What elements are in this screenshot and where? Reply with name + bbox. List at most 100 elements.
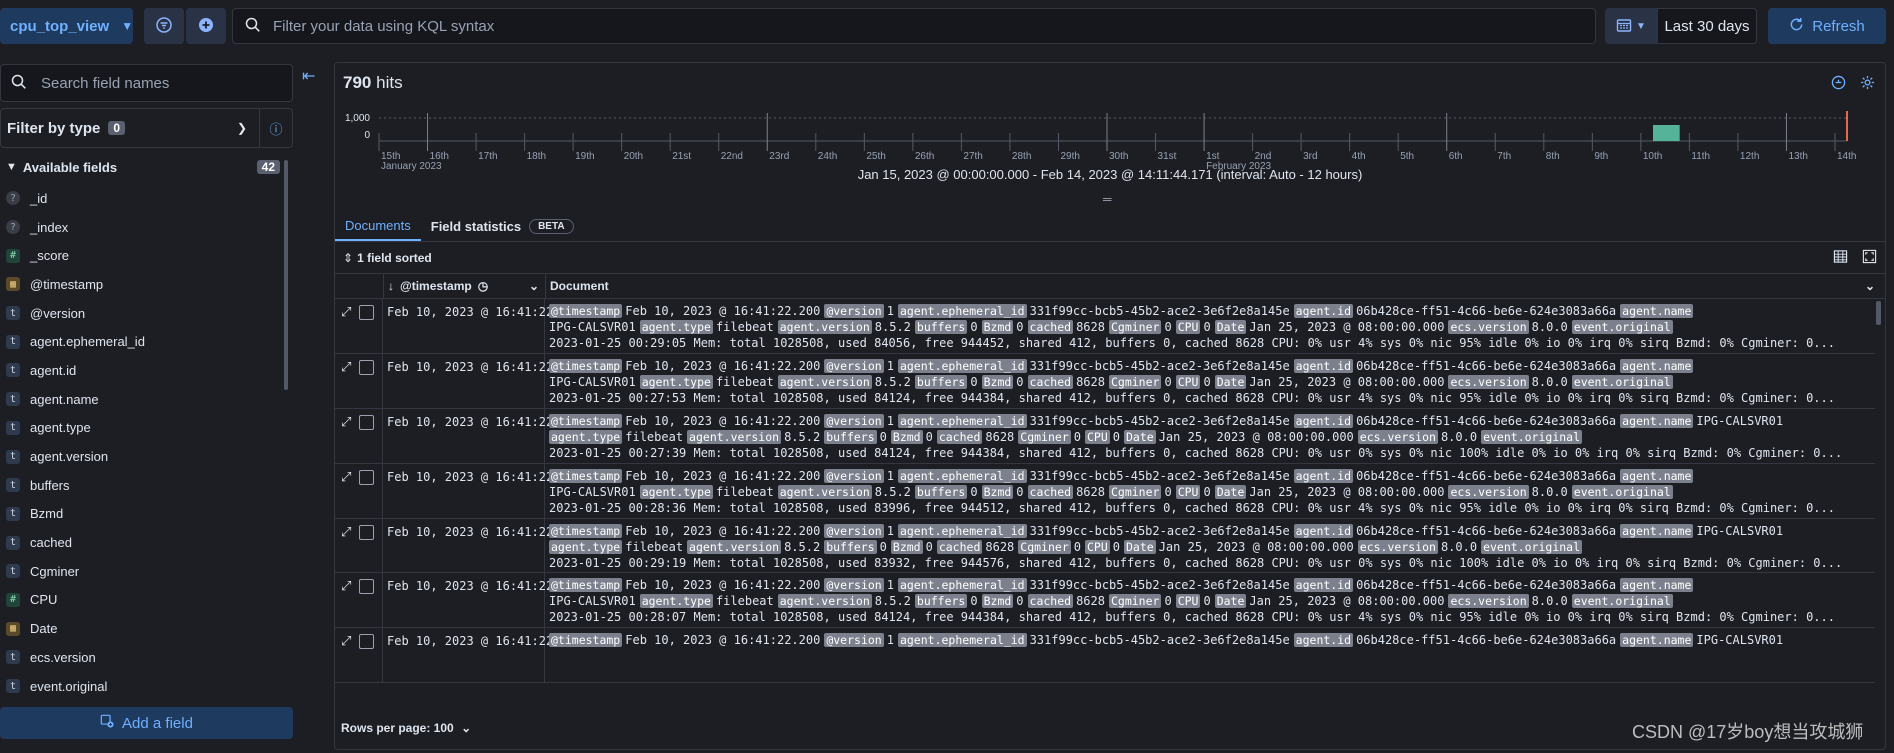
field-item[interactable]: t cached (0, 528, 280, 557)
reset-chart-icon[interactable] (1831, 75, 1846, 94)
row-checkbox[interactable] (359, 634, 375, 650)
document-cell: @timestamp Feb 10, 2023 @ 16:41:22.200 @ve… (545, 573, 1875, 627)
field-item[interactable]: ▦ @timestamp (0, 270, 280, 299)
field-search-input[interactable] (39, 73, 292, 93)
field-key-badge: agent.ephemeral_id (897, 358, 1027, 373)
field-item[interactable]: t @version (0, 299, 280, 328)
date-range-display[interactable]: Last 30 days (1657, 8, 1757, 44)
table-row[interactable]: ⤢ Feb 10, 2023 @ 16:41:22.200 @timestamp Fe… (335, 299, 1875, 354)
field-item[interactable]: ▦ Date (0, 614, 280, 643)
tab-documents[interactable]: Documents (335, 211, 421, 241)
field-item[interactable]: t agent.id (0, 356, 280, 385)
document-cell: @timestamp Feb 10, 2023 @ 16:41:22.200 @ve… (545, 299, 1875, 353)
field-key-badge: @timestamp (549, 358, 623, 373)
collapse-sidebar-icon[interactable]: ⇤ (302, 66, 315, 86)
table-layout-icon[interactable] (1833, 249, 1848, 268)
add-field-button[interactable]: Add a field (0, 707, 293, 739)
sidebar-scrollbar[interactable] (284, 160, 288, 390)
x-tick-label: 8th (1546, 151, 1560, 162)
filter-options-button[interactable] (144, 8, 184, 44)
x-tick-label: 18th (527, 151, 546, 162)
field-key-badge: cached (1027, 320, 1074, 334)
chevron-down-icon: ❯ (236, 121, 247, 135)
field-value: 1 (886, 633, 894, 648)
expand-icon[interactable]: ⤢ (341, 415, 351, 430)
chevron-down-icon[interactable]: ⌄ (1865, 279, 1875, 293)
data-view-selector[interactable]: cpu_top_view ▼ (0, 8, 133, 44)
table-row[interactable]: ⤢ Feb 10, 2023 @ 16:41:22.200 @timestamp Fe… (335, 628, 1875, 684)
field-key-badge: agent.version (687, 429, 782, 444)
expand-icon[interactable]: ⤢ (341, 634, 351, 649)
field-type-icon: t (6, 564, 20, 579)
row-checkbox[interactable] (359, 579, 375, 595)
expand-icon[interactable]: ⤢ (341, 579, 351, 594)
table-row[interactable]: ⤢ Feb 10, 2023 @ 16:41:22.200 @timestamp Fe… (335, 353, 1875, 409)
kql-search-input[interactable] (271, 16, 1595, 36)
x-tick-label: 3rd (1303, 151, 1317, 162)
field-value: 8628 (1076, 594, 1105, 609)
field-name: Bzmd (30, 506, 64, 522)
x-tick-label: 14th (1837, 151, 1856, 162)
field-item[interactable]: t agent.version (0, 442, 280, 471)
field-item[interactable]: t ecs.version (0, 643, 280, 672)
hits-histogram[interactable]: 1,000015th 16th 17th 18th 19th 20th 21st 22nd 23… (335, 107, 1885, 203)
row-checkbox[interactable] (359, 524, 375, 540)
field-item[interactable]: t Cgminer (0, 557, 280, 586)
fullscreen-icon[interactable] (1862, 249, 1877, 268)
timestamp-cell: Feb 10, 2023 @ 16:41:22.200 (383, 299, 582, 353)
field-item[interactable]: ? _index (0, 213, 280, 242)
expand-icon[interactable]: ⤢ (341, 525, 351, 540)
chevron-down-icon[interactable]: ⌄ (529, 279, 539, 293)
kql-search-bar[interactable] (232, 8, 1596, 44)
timestamp-column-header[interactable]: ↓ @timestamp ◷ ⌄ (384, 274, 546, 298)
document-column-header[interactable]: Document ⌄ (546, 279, 1885, 293)
field-search-box[interactable] (0, 64, 293, 102)
field-item[interactable]: t buffers (0, 471, 280, 500)
field-value: IPG-CALSVR01 (1696, 523, 1784, 538)
table-row[interactable]: ⤢ Feb 10, 2023 @ 16:41:22.200 @timestamp Fe… (335, 518, 1875, 574)
field-item[interactable]: t agent.name (0, 385, 280, 414)
field-item[interactable]: t agent.ephemeral_id (0, 327, 280, 356)
row-checkbox[interactable] (359, 469, 375, 485)
gear-icon[interactable] (1860, 75, 1875, 94)
field-value: IPG-CALSVR01 (549, 484, 636, 499)
timestamp-cell: Feb 10, 2023 @ 16:41:22.200 (383, 518, 582, 573)
filter-by-type-dropdown[interactable]: Filter by type 0 ❯ ⓘ (0, 108, 293, 148)
grid-scrollbar[interactable] (1876, 301, 1881, 325)
row-checkbox[interactable] (359, 414, 375, 430)
table-row[interactable]: ⤢ Feb 10, 2023 @ 16:41:22.200 @timestamp Fe… (335, 573, 1875, 629)
table-row[interactable]: ⤢ Feb 10, 2023 @ 16:41:22.200 @timestamp Fe… (335, 463, 1875, 519)
field-value: 331f99cc-bcb5-45b2-ace2-3e6f2e8a145e (1029, 358, 1290, 373)
row-checkbox[interactable] (359, 305, 375, 320)
field-sidebar: ⇤ Filter by type 0 ❯ ⓘ ▼ Available field… (0, 56, 315, 753)
field-key-badge: agent.version (777, 484, 872, 499)
expand-icon[interactable]: ⤢ (341, 360, 351, 375)
field-item[interactable]: t event.original (0, 672, 280, 701)
expand-icon[interactable]: ⤢ (341, 470, 351, 485)
quick-date-menu-button[interactable]: ▼ (1605, 8, 1657, 44)
resize-handle-icon[interactable]: ═ (1103, 192, 1112, 206)
table-row[interactable]: ⤢ Feb 10, 2023 @ 16:41:22.200 @timestamp Fe… (335, 408, 1875, 464)
tab-field-statistics[interactable]: Field statistics (421, 211, 531, 241)
field-key-badge: cached (936, 429, 983, 444)
field-item[interactable]: # CPU (0, 586, 280, 615)
refresh-button[interactable]: Refresh (1768, 8, 1886, 44)
field-type-icon: t (6, 334, 20, 349)
rows-per-page-selector[interactable]: Rows per page: 100 ⌄ (341, 721, 471, 735)
add-filter-button[interactable] (186, 8, 226, 44)
expand-icon[interactable]: ⤢ (341, 305, 351, 320)
available-fields-header[interactable]: ▼ Available fields 42 (0, 156, 280, 178)
info-icon[interactable]: ⓘ (259, 109, 292, 147)
field-name: event.original (30, 678, 108, 694)
sort-icon[interactable]: ⇕ (343, 251, 353, 265)
sort-label[interactable]: 1 field sorted (357, 251, 432, 265)
row-checkbox[interactable] (359, 359, 375, 375)
field-item[interactable]: ? _id (0, 184, 280, 213)
field-item[interactable]: t agent.type (0, 414, 280, 443)
row-controls: ⤢ (335, 573, 383, 628)
field-key-badge: buffers (914, 374, 968, 389)
field-value: 06b428ce-ff51-4c66-be6e-624e3083a66a (1356, 358, 1617, 373)
field-item[interactable]: # _score (0, 241, 280, 270)
field-item[interactable]: t Bzmd (0, 500, 280, 529)
x-tick-label: 13th (1788, 151, 1807, 162)
